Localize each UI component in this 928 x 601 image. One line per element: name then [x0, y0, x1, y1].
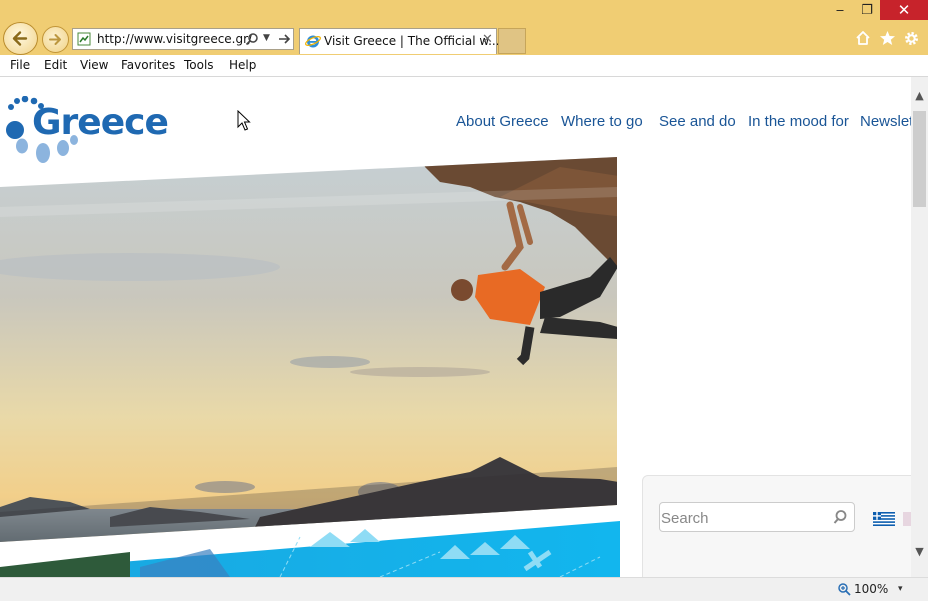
internet-explorer-icon	[305, 35, 321, 48]
go-arrow-icon[interactable]	[277, 31, 291, 47]
close-tab-icon[interactable]: ✕	[482, 32, 493, 47]
forward-arrow-icon	[49, 34, 61, 45]
search-panel: Search	[642, 475, 911, 577]
back-button[interactable]	[3, 22, 38, 55]
scroll-down-icon[interactable]: ▼	[911, 543, 928, 560]
nav-in-the-mood-for[interactable]: In the mood for	[748, 113, 849, 130]
page-favicon-icon	[77, 32, 91, 46]
scroll-up-icon[interactable]: ▲	[911, 87, 928, 104]
nav-where-to-go[interactable]: Where to go	[561, 113, 643, 130]
forward-button[interactable]	[42, 26, 69, 53]
close-window-button[interactable]: ✕	[880, 0, 928, 20]
tab-visit-greece[interactable]: Visit Greece | The Official w... ✕	[299, 28, 500, 54]
menu-edit[interactable]: Edit	[44, 58, 67, 72]
nav-about-greece[interactable]: About Greece	[456, 113, 549, 130]
menu-favorites[interactable]: Favorites	[121, 58, 175, 72]
search-icon[interactable]	[245, 32, 259, 46]
restore-button[interactable]: ❐	[854, 0, 880, 20]
zoom-icon[interactable]	[838, 583, 851, 596]
hero-banner-image[interactable]	[0, 157, 625, 577]
menu-file[interactable]: File	[10, 58, 30, 72]
zoom-dropdown-icon[interactable]: ▾	[898, 584, 903, 594]
search-icon[interactable]	[832, 509, 848, 525]
back-arrow-icon	[12, 31, 28, 46]
page-viewport: Greece About Greece Where to go See and …	[0, 77, 911, 577]
english-flag-icon[interactable]	[903, 512, 911, 526]
tab-title: Visit Greece | The Official w...	[324, 34, 500, 48]
site-logo-text[interactable]: Greece	[32, 102, 169, 143]
menu-tools[interactable]: Tools	[184, 58, 214, 72]
menu-view[interactable]: View	[80, 58, 108, 72]
favorites-star-icon[interactable]	[879, 30, 896, 46]
address-bar[interactable]: http://www.visitgreece.gr/ ▼	[72, 28, 294, 50]
zoom-level[interactable]: 100%	[854, 582, 888, 596]
scroll-thumb[interactable]	[913, 111, 926, 207]
address-url: http://www.visitgreece.gr/	[97, 32, 253, 46]
settings-gear-icon[interactable]	[903, 30, 920, 47]
browser-title-bar: ‒ ❐ ✕ http://www.visitgreece.gr/ ▼ Visit…	[0, 0, 928, 55]
search-input[interactable]: Search	[659, 502, 855, 532]
mouse-cursor-icon	[237, 110, 251, 131]
nav-see-and-do[interactable]: See and do	[659, 113, 736, 130]
home-icon[interactable]	[855, 30, 871, 46]
menu-help[interactable]: Help	[229, 58, 256, 72]
minimize-button[interactable]: ‒	[826, 0, 854, 20]
nav-newsletter[interactable]: Newslett	[860, 113, 911, 130]
status-bar: 100% ▾	[0, 577, 928, 601]
new-tab-button[interactable]	[498, 28, 526, 54]
vertical-scrollbar[interactable]: ▲ ▼	[911, 77, 928, 577]
greek-flag-icon[interactable]	[873, 512, 895, 526]
menu-bar: File Edit View Favorites Tools Help	[0, 55, 928, 77]
search-placeholder: Search	[661, 510, 709, 527]
address-dropdown-icon[interactable]: ▼	[263, 33, 270, 43]
